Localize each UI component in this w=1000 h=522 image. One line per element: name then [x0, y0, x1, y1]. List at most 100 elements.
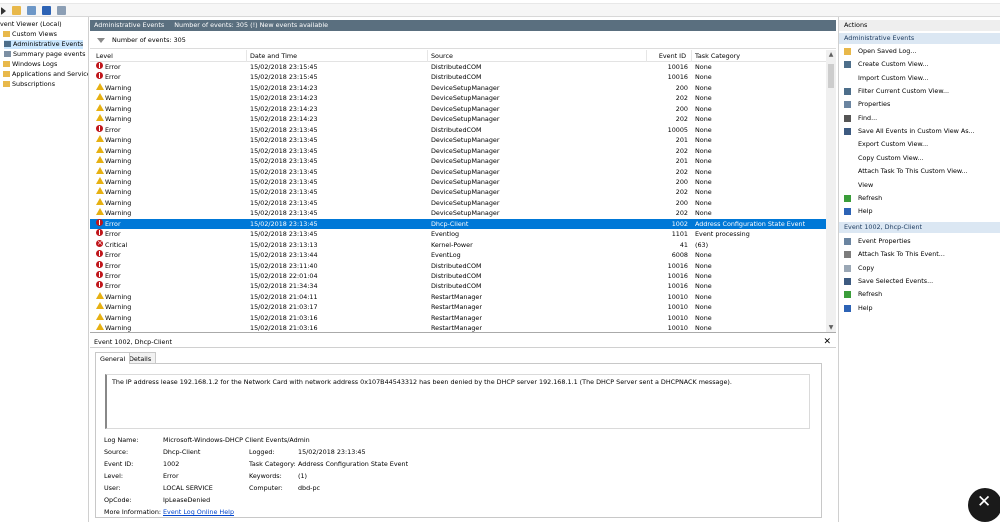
action-item[interactable]: Attach Task To This Custom View... — [858, 167, 968, 176]
save-icon — [844, 278, 851, 286]
level-cell: Warning — [105, 94, 132, 103]
action-item[interactable]: Export Custom View... — [858, 140, 928, 149]
action-item[interactable]: Save Selected Events... — [844, 277, 934, 286]
scroll-up-icon[interactable]: ▲ — [828, 52, 834, 58]
task-icon — [844, 251, 851, 259]
table-row[interactable]: Error 15/02/2018 23:13:45 DistributedCOM 10… — [90, 124, 826, 135]
action-item[interactable]: Create Custom View... — [844, 60, 928, 69]
warning-icon — [96, 82, 104, 90]
action-item[interactable]: Attach Task To This Event... — [844, 250, 945, 259]
tree-item[interactable]: Applications and Services Lo — [3, 70, 88, 79]
action-item[interactable]: Filter Current Custom View... — [844, 87, 949, 96]
action-item[interactable]: Save All Events in Custom View As... — [844, 127, 975, 136]
action-item[interactable]: Help — [844, 207, 873, 216]
toolbar — [0, 4, 1000, 17]
tree-item[interactable]: Custom Views — [3, 30, 57, 39]
col-source[interactable]: Source — [427, 50, 453, 62]
date-cell: 15/02/2018 21:03:16 — [250, 324, 318, 333]
task-cell: None — [695, 209, 712, 218]
action-item[interactable]: Find... — [844, 113, 878, 123]
tree-item[interactable]: vent Viewer (Local) — [0, 20, 62, 29]
action-item[interactable]: Properties — [844, 100, 890, 109]
panel-icon[interactable] — [57, 6, 66, 15]
col-task[interactable]: Task Category — [691, 50, 740, 62]
more-info-link[interactable]: Event Log Online Help — [163, 508, 234, 516]
table-row[interactable]: Error 15/02/2018 23:15:45 DistributedCOM 10… — [90, 72, 826, 82]
table-row[interactable]: Warning 15/02/2018 23:13:45 DeviceSetupMan… — [90, 166, 826, 177]
table-row[interactable]: Warning 15/02/2018 23:13:45 DeviceSetupMan… — [90, 208, 826, 218]
table-row[interactable]: Error 15/02/2018 23:15:45 DistributedCOM 10… — [90, 62, 826, 72]
level-cell: Error — [105, 261, 121, 270]
table-row[interactable]: Warning 15/02/2018 21:03:16 RestartManager… — [90, 323, 826, 333]
table-row[interactable]: Warning 15/02/2018 23:13:45 DeviceSetupMan… — [90, 156, 826, 166]
table-row[interactable]: Warning 15/02/2018 23:13:45 DeviceSetupMan… — [90, 176, 826, 187]
action-item-label: Save Selected Events... — [858, 277, 934, 286]
table-row[interactable]: Warning 15/02/2018 23:13:45 DeviceSetupMan… — [90, 135, 826, 145]
scroll-thumb[interactable] — [828, 64, 834, 88]
detail-body: The IP address lease 192.168.1.2 for the… — [95, 363, 822, 518]
table-row[interactable]: Warning 15/02/2018 23:14:23 DeviceSetupMan… — [90, 103, 826, 114]
tree-item[interactable]: Subscriptions — [3, 80, 55, 89]
event-id-cell: 202 — [675, 115, 688, 124]
folder-icon[interactable] — [12, 6, 21, 15]
tab-general[interactable]: General — [95, 352, 131, 364]
task-cell: None — [695, 104, 712, 113]
task-value: Address Configuration State Event — [298, 460, 409, 468]
table-row[interactable]: Warning 15/02/2018 21:03:16 RestartManager… — [90, 312, 826, 323]
action-item[interactable]: Open Saved Log... — [844, 47, 916, 56]
view-icon[interactable] — [27, 6, 36, 15]
table-row[interactable]: Warning 15/02/2018 23:13:45 DeviceSetupMan… — [90, 145, 826, 156]
table-row[interactable]: Warning 15/02/2018 21:04:11 RestartManager… — [90, 291, 826, 302]
action-item[interactable]: Refresh — [844, 290, 882, 299]
action-item-label: Attach Task To This Custom View... — [858, 167, 968, 176]
action-item[interactable]: Copy Custom View... — [858, 154, 923, 163]
table-row[interactable]: Error 15/02/2018 23:13:45 Dhcp-Client 1002 A… — [90, 218, 826, 230]
action-item-label: Find... — [858, 113, 878, 122]
tree-item[interactable]: Windows Logs — [3, 60, 57, 69]
source-value: Dhcp-Client — [163, 448, 201, 456]
table-row[interactable]: Warning 15/02/2018 21:03:17 RestartManager… — [90, 302, 826, 312]
table-row[interactable]: Warning 15/02/2018 23:14:23 DeviceSetupMan… — [90, 82, 826, 93]
task-cell: None — [695, 272, 712, 280]
table-row[interactable]: Error 15/02/2018 22:01:04 DistributedCOM 10… — [90, 271, 826, 281]
task-cell: None — [695, 282, 712, 291]
action-item[interactable]: Event Properties — [844, 237, 911, 246]
table-row[interactable]: Error 15/02/2018 21:34:34 DistributedCOM 10… — [90, 281, 826, 291]
folder-icon — [3, 71, 10, 77]
task-cell: None — [695, 73, 712, 82]
task-cell: None — [695, 157, 712, 166]
table-row[interactable]: Error 15/02/2018 23:13:44 EventLog 6008 None — [90, 250, 826, 260]
filter-icon — [844, 88, 851, 96]
table-row[interactable]: Error 15/02/2018 23:13:45 Eventlog 1101 Even… — [90, 229, 826, 239]
tree-item[interactable]: Summary page events — [4, 50, 85, 59]
scroll-down-icon[interactable]: ▼ — [828, 325, 834, 331]
table-row[interactable]: Critical 15/02/2018 23:13:13 Kernel-Power 4… — [90, 238, 826, 250]
help-icon — [844, 208, 851, 216]
tree-item[interactable]: Administrative Events — [4, 40, 84, 49]
action-item[interactable]: Copy — [844, 264, 874, 273]
vertical-scrollbar[interactable]: ▲ ▼ — [826, 50, 836, 332]
date-cell: 15/02/2018 23:13:45 — [250, 209, 318, 218]
col-event-id[interactable]: Event ID — [646, 50, 688, 62]
forward-icon[interactable] — [1, 7, 6, 15]
action-item[interactable]: Help — [844, 304, 873, 313]
table-row[interactable]: Error 15/02/2018 23:11:40 DistributedCOM 10… — [90, 260, 826, 271]
actions-section-administrative-events[interactable]: Administrative Events — [839, 33, 1000, 44]
table-row[interactable]: Warning 15/02/2018 23:13:45 DeviceSetupMan… — [90, 197, 826, 208]
close-icon[interactable]: ✕ — [823, 336, 831, 348]
table-row[interactable]: Warning 15/02/2018 23:13:45 DeviceSetupMan… — [90, 187, 826, 197]
date-cell: 15/02/2018 23:13:45 — [250, 167, 318, 176]
col-date[interactable]: Date and Time — [246, 50, 297, 62]
col-level[interactable]: Level — [93, 50, 113, 62]
level-cell: Error — [105, 251, 121, 260]
level-cell: Error — [105, 125, 121, 134]
actions-section-event[interactable]: Event 1002, Dhcp-Client — [839, 222, 1000, 233]
table-row[interactable]: Warning 15/02/2018 23:14:23 DeviceSetupMan… — [90, 114, 826, 124]
action-item[interactable]: Refresh — [844, 194, 882, 203]
action-item[interactable]: View — [858, 181, 873, 190]
action-item[interactable]: Import Custom View... — [858, 74, 928, 83]
task-cell: None — [695, 136, 712, 145]
level-cell: Warning — [105, 188, 132, 197]
table-row[interactable]: Warning 15/02/2018 23:14:23 DeviceSetupMan… — [90, 93, 826, 103]
help-icon[interactable] — [42, 6, 51, 15]
